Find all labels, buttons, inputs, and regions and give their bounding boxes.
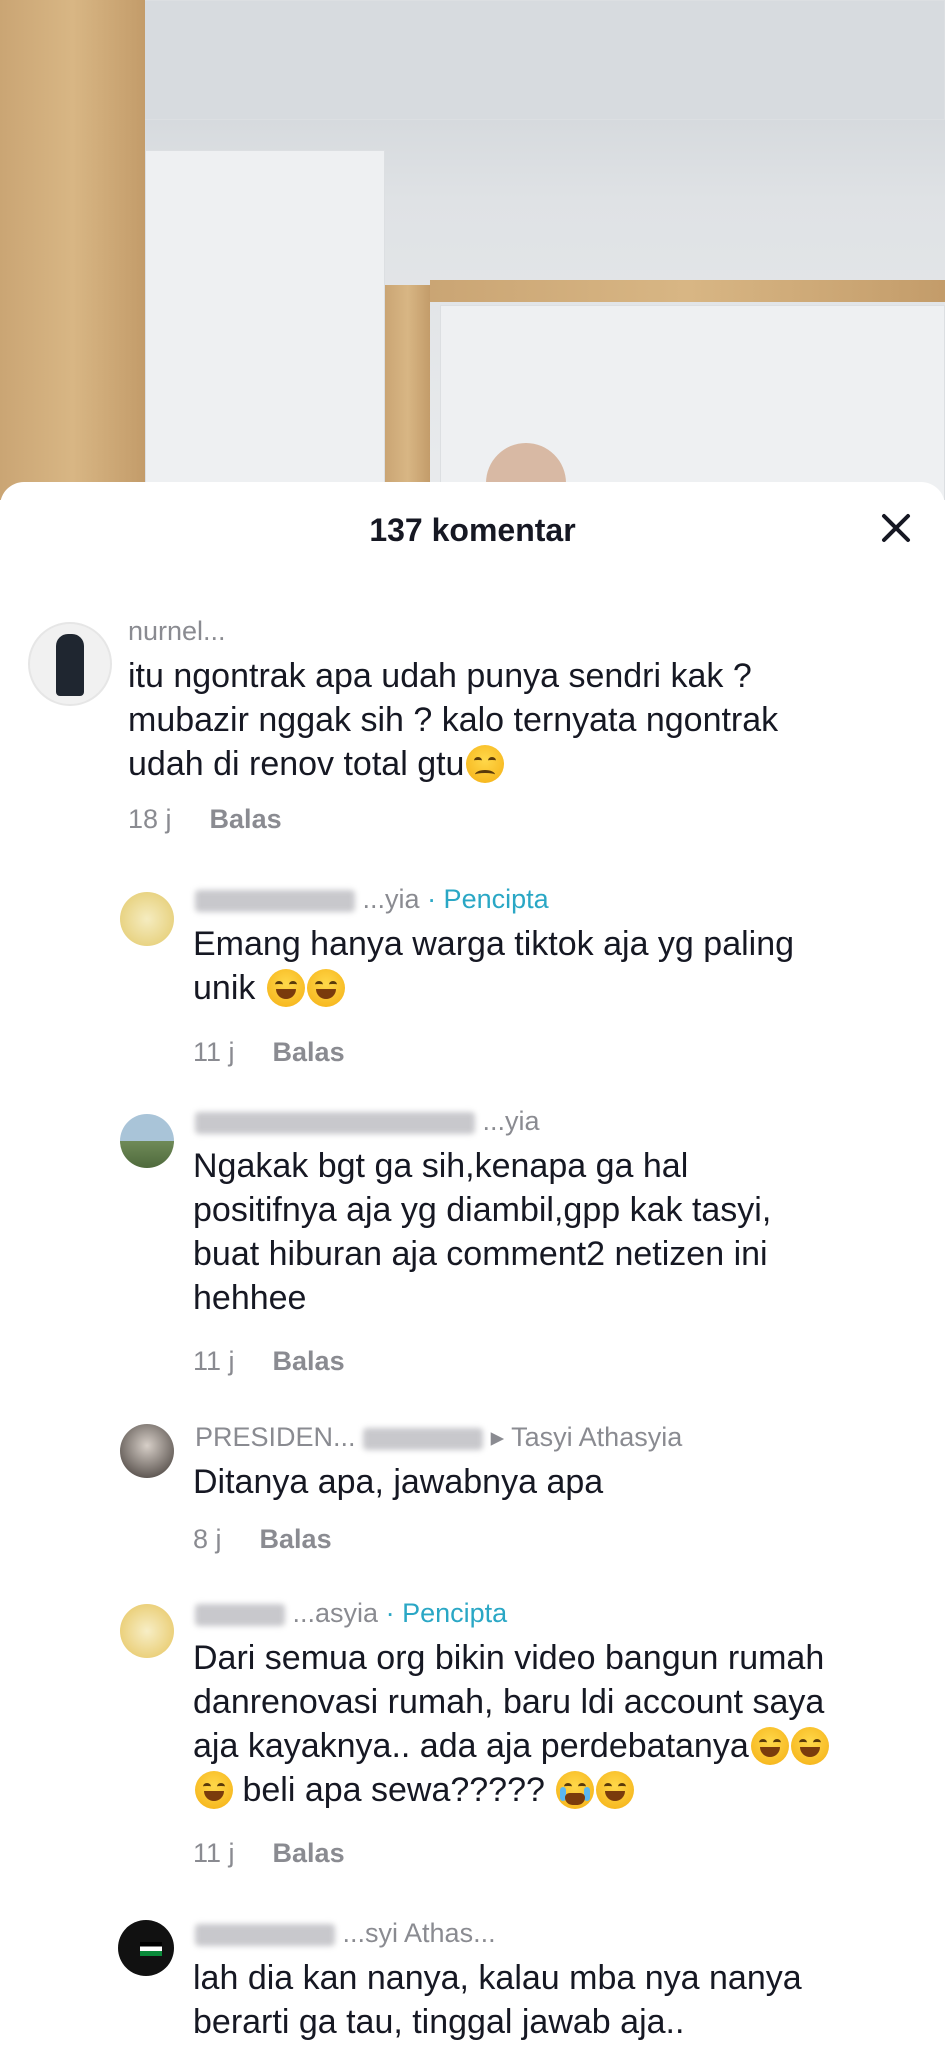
- tears-of-joy-icon: [195, 1771, 233, 1809]
- creator-badge: · Pencipta: [427, 884, 549, 914]
- reply-target: ▸ Tasyi Athasyia: [490, 1422, 683, 1452]
- avatar[interactable]: [120, 1424, 174, 1478]
- crying-face-icon: [556, 1771, 595, 1809]
- wood-shelf: [0, 0, 145, 500]
- reply-button[interactable]: Balas: [260, 1524, 332, 1554]
- video-background[interactable]: [0, 0, 945, 500]
- wood-frame: [385, 285, 430, 500]
- comment-time: 8 j: [193, 1524, 222, 1554]
- close-icon[interactable]: [876, 508, 916, 548]
- comment-text: Dari semua org bikin video bangun rumah …: [193, 1636, 933, 1812]
- comment-meta: 11 j Balas: [193, 1037, 345, 1068]
- wardrobe-panel: [145, 150, 385, 500]
- reply-button[interactable]: Balas: [273, 1037, 345, 1067]
- ceiling-panel: [100, 0, 945, 120]
- comment-username[interactable]: ...yia: [195, 1106, 540, 1137]
- avatar[interactable]: [120, 892, 174, 946]
- pleading-face-icon: [466, 745, 505, 783]
- comment-time: 18 j: [128, 804, 172, 834]
- comment-time: 11 j: [193, 1346, 235, 1376]
- comment-text: Emang hanya warga tiktok aja yg paling u…: [193, 925, 795, 1007]
- grinning-face-icon: [306, 969, 345, 1007]
- avatar[interactable]: [120, 1604, 174, 1658]
- tears-of-joy-icon: [750, 1727, 789, 1765]
- comment-username[interactable]: PRESIDEN... ▸ Tasyi Athasyia: [195, 1422, 682, 1453]
- comment-text: lah dia kan nanya, kalau mba nya nanya b…: [193, 1959, 802, 2041]
- avatar[interactable]: [120, 1114, 174, 1168]
- avatar[interactable]: [28, 622, 112, 706]
- tears-of-joy-icon: [790, 1727, 829, 1765]
- creator-badge: · Pencipta: [385, 1598, 508, 1628]
- reply-button[interactable]: Balas: [210, 804, 282, 834]
- avatar[interactable]: [118, 1920, 174, 1976]
- comment-username[interactable]: ...yia · Pencipta: [195, 884, 549, 915]
- tears-of-joy-icon: [596, 1771, 635, 1809]
- reply-button[interactable]: Balas: [273, 1346, 345, 1376]
- comment-text: itu ngontrak apa udah punya sendri kak ?…: [128, 657, 779, 783]
- comment-sheet: 137 komentar nurnel... itu ngontrak apa …: [0, 482, 945, 2048]
- comment-count-title: 137 komentar: [369, 512, 576, 548]
- wood-top-beam: [430, 280, 945, 302]
- comment-meta: 18 j Balas: [128, 804, 282, 835]
- comment-text: Ngakak bgt ga sih,kenapa ga hal positifn…: [193, 1147, 772, 1317]
- comment-username[interactable]: ...asyia · Pencipta: [195, 1598, 507, 1629]
- comment-meta: 8 j Balas: [193, 1524, 332, 1555]
- comment-username[interactable]: nurnel...: [128, 616, 226, 647]
- reply-button[interactable]: Balas: [273, 1838, 345, 1868]
- comment-username[interactable]: ...syi Athas...: [195, 1918, 496, 1949]
- comment-time: 11 j: [193, 1037, 235, 1067]
- comment-text: Ditanya apa, jawabnya apa: [193, 1463, 604, 1501]
- grinning-face-icon: [266, 969, 305, 1007]
- comment-meta: 11 j Balas: [193, 1838, 345, 1869]
- comment-time: 11 j: [193, 1838, 235, 1868]
- comment-meta: 11 j Balas: [193, 1346, 345, 1377]
